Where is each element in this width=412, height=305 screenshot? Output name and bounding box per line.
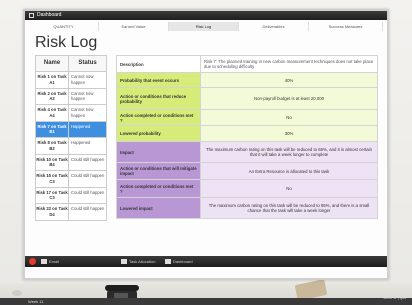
taskbar-task-allocation[interactable]: Task Allocation [121, 257, 155, 266]
detail-value: No [201, 180, 377, 197]
taskbar-dashboard[interactable]: Dashboard [165, 257, 193, 266]
risk-name: Risk 1 on Task A1 [36, 72, 70, 88]
week-label: Week 11 [28, 299, 44, 304]
email-icon [41, 259, 47, 264]
detail-label: Action or conditions that will mitigate … [117, 163, 201, 179]
risk-detail-table: Description Risk 7: The planned training … [116, 55, 378, 219]
risk-status: Could still happen [71, 173, 105, 178]
column-header-name: Name [36, 56, 70, 71]
detail-label: Description [117, 56, 201, 72]
risk-name: Risk 8 on Task B2 [36, 138, 70, 154]
detail-value: Non-payroll budget is at least 20,000 [201, 88, 377, 109]
detail-row: Impact The maximum carbon rating on this … [116, 142, 378, 163]
detail-label: Action completed or conditions met ? [117, 180, 201, 197]
risk-name: Risk 15 on Task C3 [36, 171, 70, 187]
detail-label: Lowered impact [117, 198, 201, 218]
risk-name: Risk 17 on Task C3 [36, 187, 70, 203]
detail-label: Lowered probability [117, 126, 201, 141]
detail-row: Action completed or conditions met ? No [116, 110, 378, 126]
table-row[interactable]: Risk 7 on Task B1 Happened [35, 121, 107, 138]
table-row[interactable]: Risk 22 on Task D4 Could still happen [35, 204, 107, 221]
detail-row: Action or conditions that reduce probabi… [116, 88, 378, 110]
risk-status: Could still happen [71, 206, 105, 211]
detail-row: Action completed or conditions met ? No [116, 180, 378, 198]
risk-name: Risk 7 on Task B1 [36, 121, 70, 137]
table-row[interactable]: Risk 15 on Task C3 Could still happen [35, 171, 107, 188]
risk-status: Cannot now happen [71, 107, 94, 118]
detail-label: Action completed or conditions met ? [117, 110, 201, 125]
tab-success-measures[interactable]: Success Measures [309, 22, 383, 31]
taskbar: Email Task Allocation Dashboard [25, 256, 387, 267]
detail-value: 30% [201, 126, 377, 141]
tab-risk-log[interactable]: Risk Log [169, 22, 239, 31]
detail-value: The maximum carbon rating on this task w… [201, 198, 377, 218]
risk-name: Risk 22 on Task D4 [36, 204, 70, 220]
detail-value: 40% [201, 73, 377, 87]
risk-name: Risk 10 on Task B4 [36, 154, 70, 170]
risk-task-table: Name Status Risk 1 on Task A1 Cannot now … [35, 55, 107, 221]
detail-row: Lowered impact The maximum carbon rating … [116, 198, 378, 219]
status-bar [0, 298, 412, 305]
detail-value: The maximum carbon rating on this task w… [201, 142, 377, 162]
risk-status: Could still happen [71, 189, 105, 195]
taskbar-email-label: Email [49, 259, 60, 264]
quit-link[interactable]: Week 11 | Quit [383, 296, 406, 300]
window-title: Dashboard [37, 12, 62, 18]
risk-status: Could still happen [71, 156, 105, 162]
taskbar-task-allocation-label: Task Allocation [129, 259, 156, 264]
risk-status: Happened [71, 123, 91, 129]
risk-status: Cannot now happen [71, 74, 94, 85]
detail-value: No [201, 110, 377, 125]
detail-value: An Extra Resource is allocated to this t… [201, 163, 377, 179]
taskbar-email[interactable]: Email [41, 257, 59, 266]
detail-row: Lowered probability 30% [116, 126, 378, 142]
table-row[interactable]: Risk 8 on Task B2 Happened [35, 138, 107, 155]
table-row[interactable]: Risk 17 on Task C3 Could still happen [35, 187, 107, 204]
table-row[interactable]: Risk 4 on Task A4 Cannot now happen [35, 105, 107, 122]
column-header-status: Status [78, 60, 97, 66]
mouse-icon [12, 290, 22, 296]
detail-row: Probability that event occurs 40% [116, 73, 378, 88]
detail-value: Risk 7: The planned training in new carb… [201, 56, 377, 72]
page-title: Risk Log [35, 34, 98, 51]
detail-label: Action or conditions that reduce probabi… [117, 88, 201, 109]
dashboard-icon [165, 259, 171, 264]
monitor-screen: Dashboard QUANTITY Earned Value Risk Log… [23, 9, 389, 280]
tab-deliverables[interactable]: Deliverables [239, 22, 309, 31]
detail-row: Action or conditions that will mitigate … [116, 163, 378, 180]
window-icon [29, 13, 34, 18]
tab-quantity[interactable]: QUANTITY [29, 22, 99, 31]
task-allocation-icon [121, 259, 127, 264]
risk-status: Cannot now happen [71, 90, 94, 102]
task-table-header: Name Status [35, 55, 107, 72]
monitor-bezel [25, 267, 387, 278]
risk-name: Risk 2 on Task A2 [36, 88, 70, 104]
power-icon[interactable] [29, 258, 36, 265]
taskbar-dashboard-label: Dashboard [173, 259, 193, 264]
table-row[interactable]: Risk 1 on Task A1 Cannot now happen [35, 72, 107, 89]
detail-label: Probability that event occurs [117, 73, 201, 87]
detail-label: Impact [117, 142, 201, 162]
risk-name: Risk 4 on Task A4 [36, 105, 70, 121]
table-row[interactable]: Risk 10 on Task B4 Could still happen [35, 154, 107, 171]
table-row[interactable]: Risk 2 on Task A2 Cannot now happen [35, 88, 107, 105]
tab-bar: QUANTITY Earned Value Risk Log Deliverab… [29, 22, 383, 31]
risk-status: Happened [71, 140, 91, 145]
tab-earned-value[interactable]: Earned Value [99, 22, 169, 31]
detail-row: Description Risk 7: The planned training … [116, 55, 378, 73]
window-titlebar: Dashboard [25, 11, 387, 20]
